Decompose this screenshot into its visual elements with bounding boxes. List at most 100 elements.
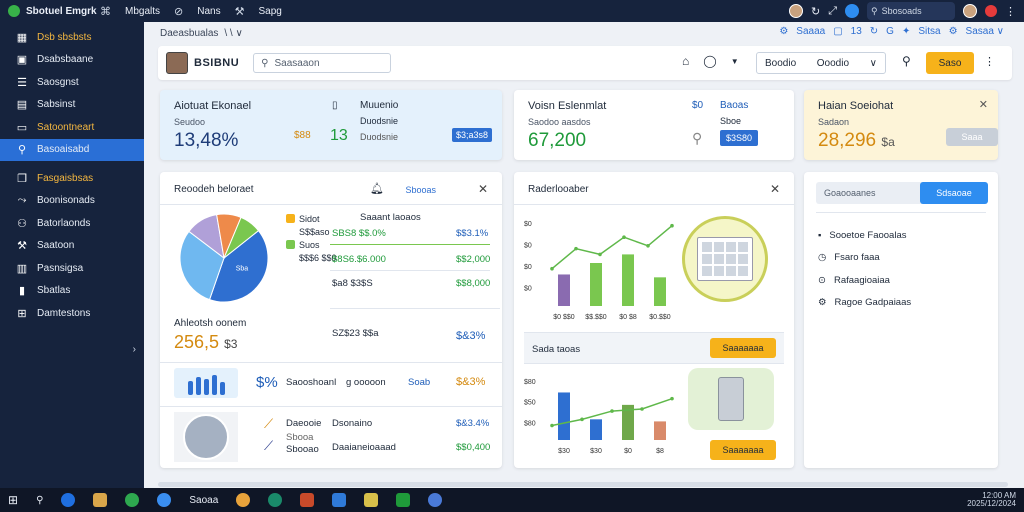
- x-tick-label: $$.$$0: [585, 314, 607, 321]
- refresh-icon[interactable]: ↻: [811, 5, 820, 18]
- panel-link[interactable]: Sbooas: [405, 185, 436, 195]
- close-icon[interactable]: ✕: [478, 182, 488, 196]
- search-icon[interactable]: ⚲: [36, 495, 43, 506]
- phone-icon: ▯: [332, 100, 338, 111]
- windows-start-icon[interactable]: ⊞: [8, 493, 18, 507]
- sidebar-item[interactable]: ▣ Dsabsbaane: [0, 49, 144, 72]
- people-link[interactable]: Soab: [408, 377, 430, 388]
- kpi-badge[interactable]: $3;a3s8: [452, 128, 493, 142]
- tools-icon[interactable]: ⚒: [235, 5, 245, 18]
- breadcrumb-tool-label[interactable]: 13: [851, 26, 862, 37]
- action-button[interactable]: Saaaaaaa: [710, 440, 776, 460]
- pin-icon[interactable]: ⚲: [902, 54, 911, 68]
- app-circle-icon[interactable]: [428, 493, 443, 507]
- app-brand[interactable]: Sbotuel Emgrk: [0, 5, 100, 17]
- sidebar-item[interactable]: ▮ Sbatlas: [0, 280, 144, 303]
- top-search[interactable]: ⚲ Sbosoads: [867, 2, 955, 20]
- kpi-button[interactable]: Saaa: [946, 128, 998, 146]
- folder-icon[interactable]: [93, 493, 108, 507]
- sidebar-item-label: Damtestons: [37, 307, 91, 319]
- browser-edge-icon[interactable]: [61, 493, 76, 507]
- search-input[interactable]: ⚲ Saasaaon: [253, 53, 392, 73]
- breadcrumb-text[interactable]: Daeasbualas: [160, 28, 218, 39]
- primary-button[interactable]: Sdsaoae: [920, 182, 988, 204]
- chevron-down-icon[interactable]: ▼: [731, 54, 739, 68]
- person-row-a: Sbooa: [286, 432, 314, 443]
- refresh-icon[interactable]: ↻: [870, 26, 878, 37]
- close-icon[interactable]: ✕: [979, 98, 988, 111]
- sidebar-item[interactable]: ⊞ Damtestons: [0, 302, 144, 325]
- sidebar-item[interactable]: ☰ Saosgnst: [0, 71, 144, 94]
- app-orange-icon[interactable]: [236, 493, 251, 507]
- breadcrumb-tool-label[interactable]: Sasaa ∨: [966, 26, 1004, 37]
- user-avatar[interactable]: [963, 4, 977, 18]
- line-point: [670, 396, 674, 401]
- list-item[interactable]: ⊙ Rafaagioaiaa: [818, 269, 911, 292]
- kpi-value-suffix: $a: [881, 135, 895, 149]
- breadcrumb-tool-label[interactable]: Saaaa: [796, 26, 825, 37]
- sidebar-item[interactable]: ⤳ Boonisonads: [0, 190, 144, 213]
- gear-icon[interactable]: ⚙: [779, 26, 788, 37]
- cloud-icon[interactable]: [845, 4, 859, 18]
- sidebar-item[interactable]: ▦ Dsb sbsbsts: [0, 26, 144, 49]
- star-icon[interactable]: ✦: [902, 26, 910, 37]
- app-blue-icon[interactable]: [332, 493, 347, 507]
- list-item[interactable]: ⚙ Ragoe Gadpaiaas: [818, 292, 911, 315]
- line-point: [580, 417, 584, 422]
- sidebar-item[interactable]: ▭ Satoontneart: [0, 116, 144, 139]
- notification-icon[interactable]: [985, 5, 997, 17]
- filter-input[interactable]: Goaooaanes: [816, 182, 928, 204]
- kpi-badge[interactable]: $3S80: [720, 130, 759, 146]
- gear-icon[interactable]: ⚙: [949, 26, 958, 37]
- collapse-icon[interactable]: ›: [133, 344, 136, 355]
- horizontal-scrollbar[interactable]: [158, 482, 1008, 487]
- top-nav-item[interactable]: Sapg: [258, 6, 281, 17]
- app-green-icon[interactable]: [125, 493, 140, 507]
- view-select[interactable]: Boodio Ooodio ∨: [756, 52, 886, 74]
- top-nav-item[interactable]: Nans: [197, 6, 220, 17]
- sidebar-item[interactable]: ⚇ Batorlaonds: [0, 212, 144, 235]
- badge-icon[interactable]: ▢: [833, 26, 842, 37]
- people-icon: [174, 368, 238, 398]
- x-tick-label: $0: [624, 448, 632, 455]
- sidebar-item[interactable]: ⚲ Basoaisabd: [0, 138, 144, 161]
- excel-icon[interactable]: [396, 493, 411, 507]
- kpi-sub: Saodoo aasdos: [528, 117, 591, 127]
- plug-icon: ⚲: [692, 130, 703, 146]
- system-tray[interactable]: 12:00 AM 2025/12/2024: [967, 492, 1016, 508]
- chrome-icon[interactable]: [157, 493, 172, 507]
- sidebar-item[interactable]: ▤ Sabsinst: [0, 94, 144, 117]
- action-button[interactable]: Saaaaaaa: [710, 338, 776, 358]
- chat-icon[interactable]: ◯: [703, 54, 716, 68]
- avatar[interactable]: [166, 52, 188, 74]
- more-icon[interactable]: ⋮: [1005, 5, 1016, 18]
- breadcrumb-tool-label[interactable]: Sitsa: [918, 26, 940, 37]
- metric-value-suffix: $3: [224, 337, 238, 351]
- grid-icon[interactable]: ⌘: [100, 5, 111, 18]
- sidebar-item[interactable]: ❐ Fasgaisbsas: [0, 167, 144, 190]
- list-item[interactable]: ◷ Fsaro faaa: [818, 247, 911, 270]
- share-icon[interactable]: ⤢: [828, 5, 837, 18]
- bar-line-chart-2: $80 $50 $80 $30 $30 $0 $8: [524, 379, 674, 455]
- list-item[interactable]: ▪ Sooetoe Faooalas: [818, 224, 911, 247]
- sidebar-item[interactable]: ⚒ Saatoon: [0, 235, 144, 258]
- home-icon[interactable]: ⌂: [682, 54, 689, 68]
- breadcrumb-tool-label[interactable]: G: [886, 26, 894, 37]
- kpi-value: 28,296 $a: [818, 130, 895, 152]
- line-point: [550, 423, 554, 428]
- app-teal-icon[interactable]: [268, 493, 283, 507]
- close-icon[interactable]: ✕: [770, 182, 780, 196]
- bell-icon[interactable]: 🔔︎: [370, 182, 384, 195]
- more-icon[interactable]: ⋮: [984, 55, 995, 68]
- taskbar-app-label[interactable]: Saoaa: [189, 495, 218, 506]
- save-button[interactable]: Saso: [926, 52, 974, 74]
- x-tick-label: $8: [656, 448, 664, 455]
- avatar[interactable]: [788, 4, 803, 18]
- y-tick-label: $0: [524, 221, 532, 228]
- app-red-icon[interactable]: [300, 493, 315, 507]
- link-icon[interactable]: ⊘: [174, 5, 183, 18]
- arrow-icon: ⟋: [264, 438, 274, 453]
- app-yellow-icon[interactable]: [364, 493, 379, 507]
- top-nav-item[interactable]: Mbgalts: [125, 6, 160, 17]
- sidebar-item[interactable]: ▥ Pasnsigsa: [0, 257, 144, 280]
